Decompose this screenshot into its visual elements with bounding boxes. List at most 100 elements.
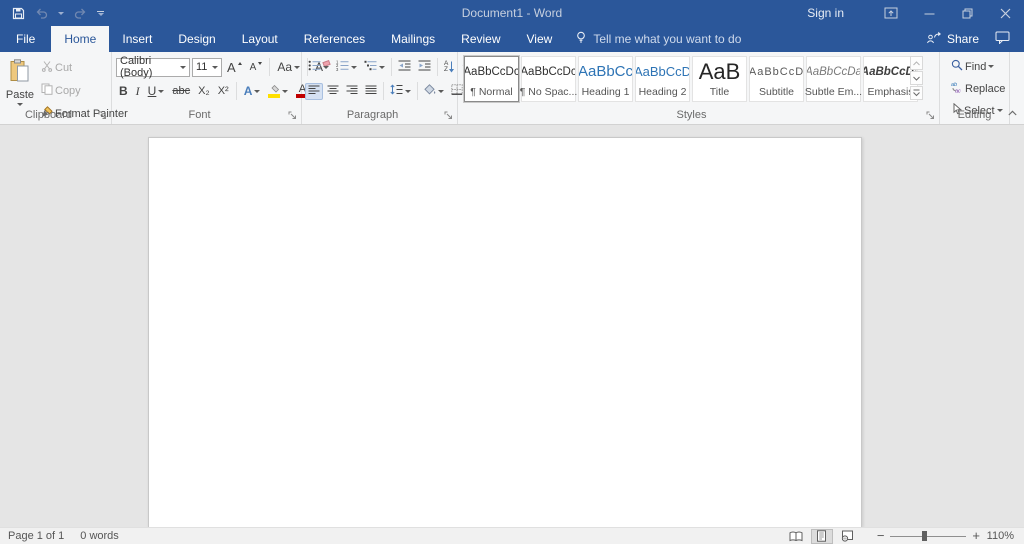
minimize-button[interactable] xyxy=(910,0,948,26)
zoom-slider-thumb[interactable] xyxy=(922,531,927,541)
shading-button[interactable] xyxy=(421,82,447,100)
styles-scroll-down-icon[interactable] xyxy=(910,71,923,85)
underline-button[interactable]: U xyxy=(145,82,168,100)
bullets-button[interactable] xyxy=(305,58,332,76)
tab-review[interactable]: Review xyxy=(448,26,513,52)
group-editing: Find abac Replace Select Editing xyxy=(940,52,1010,124)
collapse-ribbon-icon[interactable] xyxy=(1004,106,1020,120)
tab-insert[interactable]: Insert xyxy=(109,26,165,52)
tab-view[interactable]: View xyxy=(514,26,566,52)
quick-access-toolbar xyxy=(0,7,104,20)
page-indicator[interactable]: Page 1 of 1 xyxy=(8,530,64,542)
ribbon-display-options-icon[interactable] xyxy=(872,0,910,26)
tab-references[interactable]: References xyxy=(291,26,378,52)
styles-dialog-launcher-icon[interactable] xyxy=(925,110,935,120)
undo-icon[interactable] xyxy=(35,7,48,19)
align-left-button[interactable] xyxy=(305,83,323,100)
superscript-button[interactable]: X² xyxy=(215,83,232,99)
justify-icon xyxy=(365,85,377,98)
group-font: Calibri (Body) 11 A A Aa A B I U abc xyxy=(112,52,302,124)
highlight-button[interactable] xyxy=(265,82,291,100)
bold-button[interactable]: B xyxy=(116,82,131,100)
close-button[interactable] xyxy=(986,0,1024,26)
sign-in-button[interactable]: Sign in xyxy=(807,6,844,20)
web-layout-icon[interactable] xyxy=(837,529,859,544)
font-family-value: Calibri (Body) xyxy=(120,55,177,79)
print-layout-icon[interactable] xyxy=(811,529,833,544)
style-normal[interactable]: AaBbCcDc ¶ Normal xyxy=(464,56,519,102)
find-button[interactable]: Find xyxy=(948,57,1008,76)
tab-design[interactable]: Design xyxy=(165,26,228,52)
zoom-level[interactable]: 110% xyxy=(986,530,1014,542)
justify-button[interactable] xyxy=(362,83,380,100)
styles-scroll-up-icon[interactable] xyxy=(910,56,923,70)
style-no-spacing[interactable]: AaBbCcDc ¶ No Spac... xyxy=(521,56,576,102)
document-page[interactable] xyxy=(148,137,862,527)
underline-caret[interactable] xyxy=(158,90,164,93)
subscript-button[interactable]: X₂ xyxy=(195,83,213,99)
increase-indent-button[interactable] xyxy=(415,58,434,76)
status-left: Page 1 of 1 0 words xyxy=(0,530,119,542)
status-right: − + 110% xyxy=(785,529,1024,544)
style-heading-2[interactable]: AaBbCcD Heading 2 xyxy=(635,56,690,102)
style-subtle-emphasis[interactable]: AaBbCcDa Subtle Em... xyxy=(806,56,861,102)
sort-button[interactable]: AZ xyxy=(441,59,458,75)
multilevel-list-button[interactable] xyxy=(361,58,388,76)
styles-gallery-more-icon[interactable] xyxy=(910,86,923,100)
italic-button[interactable]: I xyxy=(133,82,143,101)
font-family-combo[interactable]: Calibri (Body) xyxy=(116,58,190,77)
replace-label: Replace xyxy=(965,83,1005,95)
zoom-out-button[interactable]: − xyxy=(877,531,885,541)
undo-dropdown-caret[interactable] xyxy=(58,12,64,15)
paint-bucket-icon xyxy=(424,84,436,98)
multilevel-list-icon xyxy=(364,60,377,74)
word-count[interactable]: 0 words xyxy=(80,530,119,542)
paragraph-dialog-launcher-icon[interactable] xyxy=(443,110,453,120)
style-subtitle[interactable]: AaBbCcD Subtitle xyxy=(749,56,804,102)
restore-button[interactable] xyxy=(948,0,986,26)
style-title[interactable]: AaB Title xyxy=(692,56,747,102)
group-paragraph: 123 AZ xyxy=(302,52,458,124)
share-label: Share xyxy=(947,32,979,46)
align-center-icon xyxy=(327,85,339,98)
tell-me-box[interactable]: Tell me what you want to do xyxy=(575,26,741,52)
change-case-button[interactable]: Aa xyxy=(274,58,303,76)
style-heading-1[interactable]: AaBbCc Heading 1 xyxy=(578,56,633,102)
font-size-combo[interactable]: 11 xyxy=(192,58,222,77)
tab-layout[interactable]: Layout xyxy=(229,26,291,52)
svg-text:3: 3 xyxy=(336,67,339,71)
increase-indent-icon xyxy=(418,60,431,74)
align-center-button[interactable] xyxy=(324,83,342,100)
line-spacing-button[interactable] xyxy=(387,82,414,100)
grow-font-button[interactable]: A xyxy=(224,58,245,77)
group-styles: AaBbCcDc ¶ Normal AaBbCcDc ¶ No Spac... … xyxy=(458,52,940,124)
paste-icon xyxy=(10,59,30,87)
decrease-indent-button[interactable] xyxy=(395,58,414,76)
strikethrough-button[interactable]: abc xyxy=(169,83,193,99)
redo-icon[interactable] xyxy=(74,7,87,19)
tab-mailings[interactable]: Mailings xyxy=(378,26,448,52)
word-window: Document1 - Word Sign in File Home Inser… xyxy=(0,0,1024,544)
text-effects-button[interactable]: A xyxy=(241,82,264,100)
tab-file[interactable]: File xyxy=(0,26,51,52)
align-left-icon xyxy=(308,85,320,98)
align-right-button[interactable] xyxy=(343,83,361,100)
font-dialog-launcher-icon[interactable] xyxy=(287,110,297,120)
replace-button[interactable]: abac Replace xyxy=(948,79,1008,98)
numbering-button[interactable]: 123 xyxy=(333,58,360,76)
clipboard-group-label: Clipboard xyxy=(0,109,97,121)
tab-home[interactable]: Home xyxy=(51,26,109,52)
share-button[interactable]: Share xyxy=(926,31,979,47)
find-caret[interactable] xyxy=(988,65,994,68)
zoom-in-button[interactable]: + xyxy=(972,531,980,541)
paste-dropdown-caret[interactable] xyxy=(17,103,23,106)
customize-qat-icon[interactable] xyxy=(97,11,104,16)
zoom-slider[interactable] xyxy=(890,531,966,542)
save-icon[interactable] xyxy=(12,7,25,20)
search-icon xyxy=(951,59,963,74)
shrink-font-button[interactable]: A xyxy=(247,60,266,75)
read-mode-icon[interactable] xyxy=(785,529,807,544)
clipboard-dialog-launcher-icon[interactable] xyxy=(97,110,107,120)
highlight-icon xyxy=(268,84,280,98)
comments-icon[interactable] xyxy=(995,31,1010,47)
